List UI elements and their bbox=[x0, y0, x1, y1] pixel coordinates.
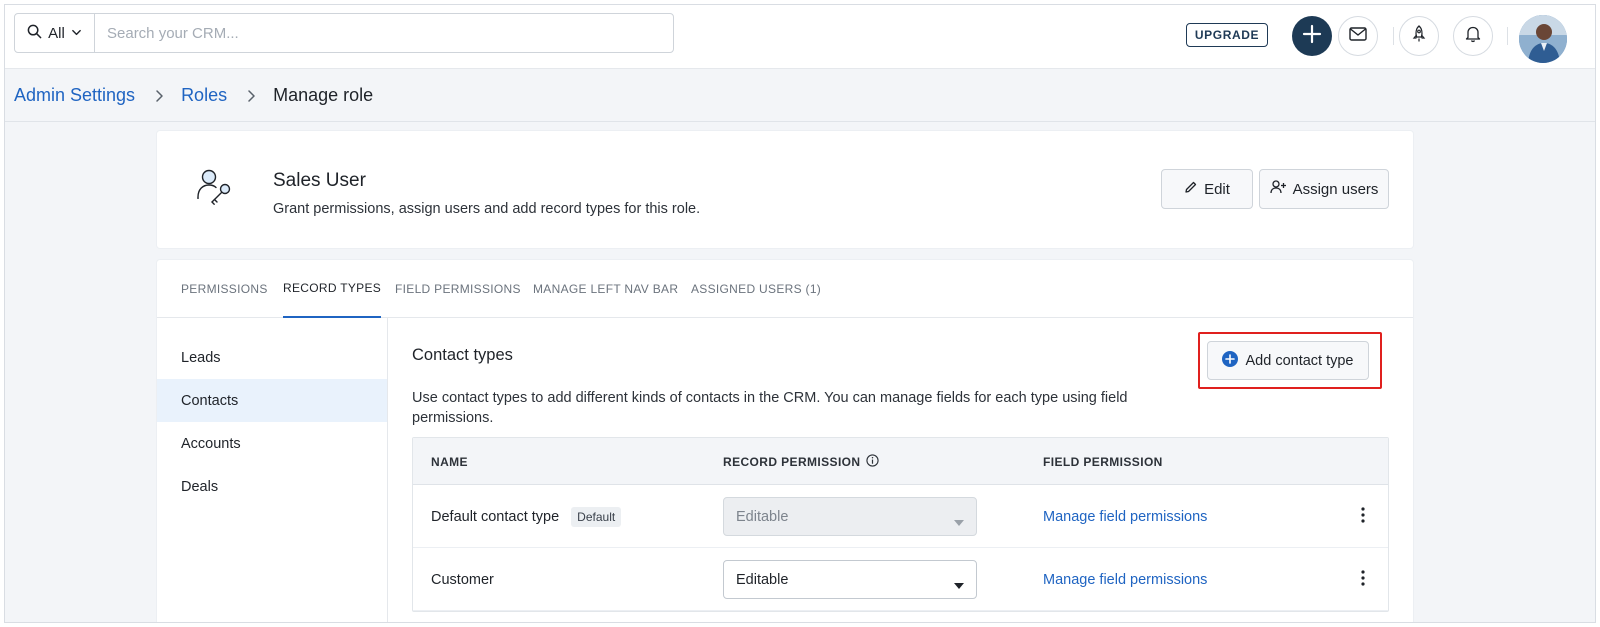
plus-icon bbox=[1302, 24, 1322, 49]
tab-assigned-users[interactable]: ASSIGNED USERS (1) bbox=[691, 260, 821, 318]
search-icon bbox=[27, 24, 42, 43]
global-search: All bbox=[14, 13, 674, 53]
record-permission-select[interactable]: Editable bbox=[723, 560, 977, 599]
record-type-nav: Leads Contacts Accounts Deals bbox=[157, 318, 388, 622]
role-tabs: PERMISSIONS RECORD TYPES FIELD PERMISSIO… bbox=[157, 260, 1413, 318]
chevron-down-icon bbox=[71, 25, 82, 42]
column-header-record-permission: RECORD PERMISSION bbox=[723, 438, 880, 485]
record-permission-select: Editable bbox=[723, 497, 977, 536]
table-header: NAME RECORD PERMISSION FIELD PERMISSION bbox=[413, 438, 1388, 485]
row-name-cell: Default contact type Default bbox=[431, 485, 622, 548]
section-title: Contact types bbox=[412, 346, 513, 364]
app-window: All UPGRADE bbox=[4, 4, 1596, 623]
role-key-icon bbox=[195, 167, 235, 207]
tab-record-types[interactable]: RECORD TYPES bbox=[283, 260, 382, 318]
record-permission-value: Editable bbox=[736, 508, 789, 525]
breadcrumb: Admin Settings Roles Manage role bbox=[5, 70, 1595, 122]
tab-manage-left-nav-bar[interactable]: MANAGE LEFT NAV BAR bbox=[533, 260, 678, 318]
default-badge: Default bbox=[571, 506, 622, 527]
sidebar-item-contacts[interactable]: Contacts bbox=[157, 379, 387, 422]
info-icon[interactable] bbox=[866, 453, 880, 470]
tab-permissions[interactable]: PERMISSIONS bbox=[181, 260, 268, 318]
manage-field-permissions-link[interactable]: Manage field permissions bbox=[1043, 509, 1207, 525]
field-permission-cell: Manage field permissions bbox=[1043, 548, 1207, 611]
divider bbox=[1393, 27, 1394, 45]
contact-types-table: NAME RECORD PERMISSION FIELD PERMISSION … bbox=[412, 437, 1389, 612]
column-header-field-permission: FIELD PERMISSION bbox=[1043, 454, 1163, 469]
plus-circle-icon bbox=[1222, 350, 1239, 371]
assign-users-button[interactable]: Assign users bbox=[1259, 169, 1389, 209]
role-detail-panel: PERMISSIONS RECORD TYPES FIELD PERMISSIO… bbox=[157, 260, 1413, 622]
breadcrumb-current: Manage role bbox=[273, 85, 374, 105]
user-avatar[interactable] bbox=[1519, 15, 1567, 63]
divider bbox=[1507, 27, 1508, 45]
mail-icon bbox=[1349, 26, 1367, 46]
breadcrumb-roles[interactable]: Roles bbox=[181, 85, 227, 106]
sidebar-item-deals[interactable]: Deals bbox=[157, 465, 387, 508]
section-description: Use contact types to add different kinds… bbox=[412, 390, 1128, 426]
tab-field-permissions[interactable]: FIELD PERMISSIONS bbox=[395, 260, 521, 318]
caret-down-icon bbox=[954, 577, 964, 593]
record-permission-value: Editable bbox=[736, 571, 789, 588]
role-header-card: Sales User Grant permissions, assign use… bbox=[157, 131, 1413, 248]
mail-button[interactable] bbox=[1338, 16, 1378, 56]
sidebar-item-accounts[interactable]: Accounts bbox=[157, 422, 387, 465]
table-row: Default contact type Default Editable Ma… bbox=[413, 485, 1388, 548]
upgrade-button[interactable]: UPGRADE bbox=[1186, 23, 1268, 47]
role-description: Grant permissions, assign users and add … bbox=[273, 201, 701, 217]
record-permission-header-label: RECORD PERMISSION bbox=[723, 454, 861, 469]
sidebar-item-leads[interactable]: Leads bbox=[157, 336, 387, 379]
search-input[interactable] bbox=[95, 14, 673, 52]
edit-role-button[interactable]: Edit bbox=[1161, 169, 1253, 209]
caret-down-icon bbox=[954, 514, 964, 530]
edit-label: Edit bbox=[1204, 180, 1230, 198]
search-scope-dropdown[interactable]: All bbox=[15, 14, 95, 52]
add-contact-type-button[interactable]: Add contact type bbox=[1207, 341, 1369, 380]
breadcrumb-admin-settings[interactable]: Admin Settings bbox=[14, 85, 135, 106]
launch-button[interactable] bbox=[1399, 16, 1439, 56]
row-name-cell: Customer bbox=[431, 548, 494, 611]
add-contact-type-label: Add contact type bbox=[1245, 352, 1354, 369]
pencil-icon bbox=[1184, 180, 1198, 198]
field-permission-cell: Manage field permissions bbox=[1043, 485, 1207, 548]
contact-type-name: Default contact type bbox=[431, 508, 560, 525]
create-new-button[interactable] bbox=[1292, 16, 1332, 56]
table-row: Customer Editable Manage field permissio… bbox=[413, 548, 1388, 611]
column-header-name: NAME bbox=[431, 454, 468, 469]
manage-field-permissions-link[interactable]: Manage field permissions bbox=[1043, 572, 1207, 588]
add-user-icon bbox=[1269, 180, 1287, 198]
row-actions-menu[interactable] bbox=[1353, 568, 1373, 592]
search-scope-label: All bbox=[48, 24, 65, 42]
top-bar: All UPGRADE bbox=[5, 5, 1595, 69]
role-name: Sales User bbox=[273, 170, 366, 191]
more-vertical-icon bbox=[1361, 506, 1365, 528]
assign-users-label: Assign users bbox=[1292, 180, 1379, 198]
bell-icon bbox=[1465, 25, 1481, 48]
rocket-icon bbox=[1411, 24, 1427, 48]
more-vertical-icon bbox=[1361, 569, 1365, 591]
contact-type-name: Customer bbox=[431, 571, 494, 588]
row-actions-menu[interactable] bbox=[1353, 505, 1373, 529]
chevron-right-icon bbox=[247, 89, 257, 103]
chevron-right-icon bbox=[155, 89, 165, 103]
notifications-button[interactable] bbox=[1453, 16, 1493, 56]
